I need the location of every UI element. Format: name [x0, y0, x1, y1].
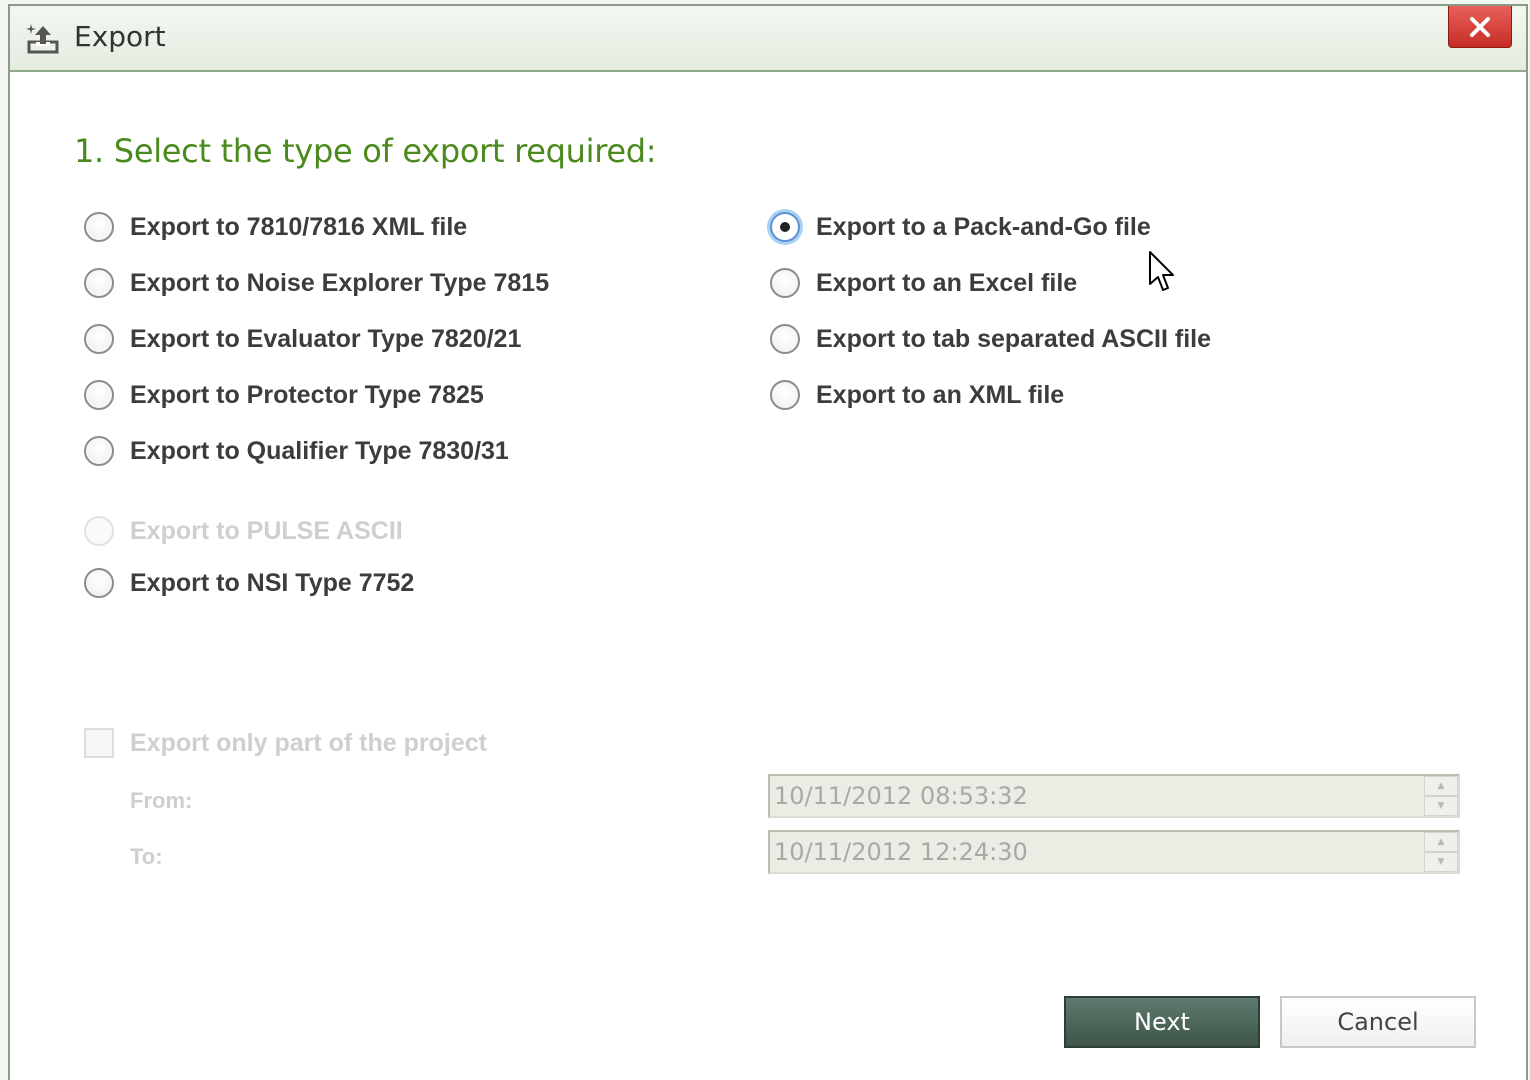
spin-up-button: ▲ — [1424, 776, 1458, 796]
option-protector[interactable]: Export to Protector Type 7825 — [84, 380, 484, 410]
spin-down-button: ▼ — [1424, 852, 1458, 872]
partial-export-label: Export only part of the project — [130, 728, 487, 757]
step-heading: 1. Select the type of export required: — [74, 132, 657, 170]
title-bar[interactable]: Export — [10, 6, 1526, 72]
radio-button[interactable] — [84, 268, 114, 298]
radio-button[interactable] — [770, 380, 800, 410]
option-tab-ascii[interactable]: Export to tab separated ASCII file — [770, 324, 1211, 354]
option-label: Export to Qualifier Type 7830/31 — [130, 436, 509, 465]
option-pulse-ascii: Export to PULSE ASCII — [84, 516, 403, 546]
option-label: Export to NSI Type 7752 — [130, 568, 415, 597]
radio-button[interactable] — [84, 568, 114, 598]
to-label: To: — [130, 844, 163, 869]
option-label: Export to tab separated ASCII file — [816, 324, 1211, 353]
export-icon — [26, 24, 59, 54]
to-datetime-input — [774, 836, 1414, 868]
radio-button[interactable] — [84, 324, 114, 354]
option-evaluator[interactable]: Export to Evaluator Type 7820/21 — [84, 324, 521, 354]
option-qualifier[interactable]: Export to Qualifier Type 7830/31 — [84, 436, 509, 466]
close-icon — [1470, 16, 1490, 37]
to-datetime-field: ▲ ▼ — [768, 830, 1460, 874]
partial-export-checkbox — [84, 728, 114, 758]
radio-button[interactable] — [770, 324, 800, 354]
radio-button — [84, 516, 114, 546]
radio-button[interactable] — [770, 268, 800, 298]
dialog-content: 1. Select the type of export required: E… — [10, 72, 1526, 1080]
from-label: From: — [130, 788, 193, 813]
option-label: Export to a Pack-and-Go file — [816, 212, 1151, 241]
export-dialog: Export 1. Select the type of export requ… — [8, 4, 1528, 1080]
spin-down-button: ▼ — [1424, 796, 1458, 816]
option-pack-and-go[interactable]: Export to a Pack-and-Go file — [770, 212, 1151, 242]
radio-button[interactable] — [84, 212, 114, 242]
option-label: Export to PULSE ASCII — [130, 516, 403, 545]
next-button[interactable]: Next — [1064, 996, 1260, 1048]
mouse-cursor-icon — [1149, 251, 1174, 291]
option-label: Export to Evaluator Type 7820/21 — [130, 324, 522, 353]
partial-export-checkbox-row: Export only part of the project — [84, 728, 487, 758]
close-button[interactable] — [1448, 6, 1512, 48]
option-label: Export to an Excel file — [816, 268, 1078, 297]
from-datetime-field: ▲ ▼ — [768, 774, 1460, 818]
radio-button[interactable] — [84, 436, 114, 466]
option-excel[interactable]: Export to an Excel file — [770, 268, 1077, 298]
option-label: Export to Noise Explorer Type 7815 — [130, 268, 550, 297]
option-label: Export to an XML file — [816, 380, 1065, 409]
cancel-button[interactable]: Cancel — [1280, 996, 1476, 1048]
window-title: Export — [74, 20, 166, 53]
radio-button[interactable] — [84, 380, 114, 410]
option-label: Export to Protector Type 7825 — [130, 380, 484, 409]
option-nsi[interactable]: Export to NSI Type 7752 — [84, 568, 414, 598]
to-spinner: ▲ ▼ — [1424, 832, 1458, 872]
option-noise-explorer[interactable]: Export to Noise Explorer Type 7815 — [84, 268, 549, 298]
from-spinner: ▲ ▼ — [1424, 776, 1458, 816]
spin-up-button: ▲ — [1424, 832, 1458, 852]
radio-button-selected[interactable] — [770, 212, 800, 242]
option-label: Export to 7810/7816 XML file — [130, 212, 468, 241]
from-datetime-input — [774, 780, 1414, 812]
option-7810-xml[interactable]: Export to 7810/7816 XML file — [84, 212, 467, 242]
option-xml[interactable]: Export to an XML file — [770, 380, 1064, 410]
